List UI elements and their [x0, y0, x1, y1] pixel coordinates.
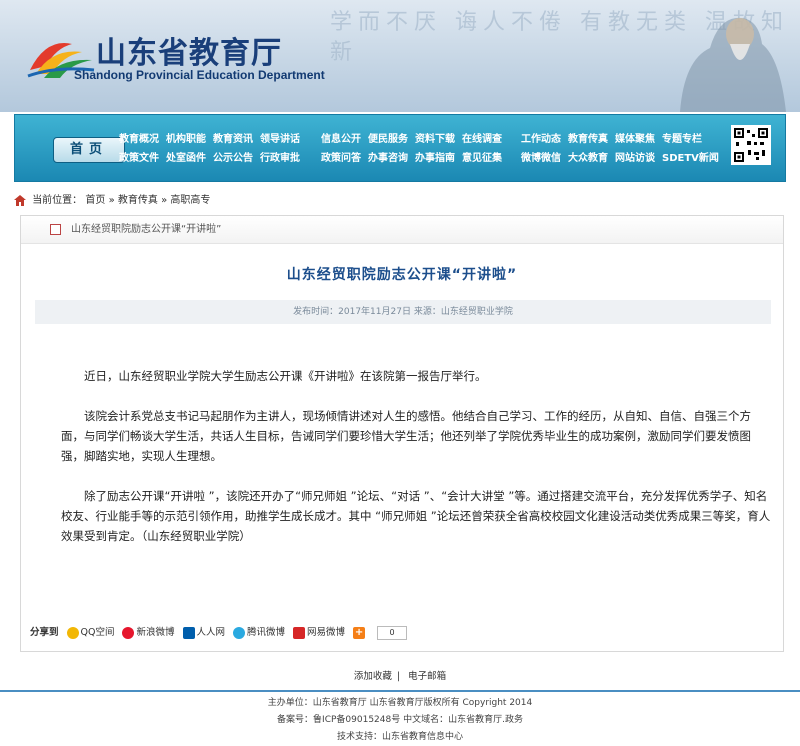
nav-link[interactable]: 公示公告 — [213, 152, 253, 165]
footer-links: 添加收藏 | 电子邮箱 — [353, 671, 447, 682]
nav-group-1: 教育概况 机构职能 教育资讯 领导讲话 政策文件 处室函件 公示公告 行政审批 — [119, 133, 300, 165]
confucius-figure-icon — [680, 17, 786, 112]
nav-link[interactable]: 教育传真 — [568, 133, 608, 146]
share-item-label: 腾讯微博 — [247, 627, 286, 638]
nav-link[interactable]: 教育概况 — [119, 133, 159, 146]
nav-link[interactable]: SDETV新闻 — [662, 152, 719, 165]
nav-link[interactable]: 领导讲话 — [260, 133, 300, 146]
article-paragraph: 该院会计系党总支书记马起朋作为主讲人，现场倾情讲述对人生的感悟。他结合自己学习、… — [61, 409, 751, 463]
nav-group-3: 工作动态 教育传真 媒体聚焦 专题专栏 微博微信 大众教育 网站访谈 SDETV… — [521, 133, 719, 165]
share-qzone-button[interactable]: QQ空间 — [66, 625, 115, 641]
nav-link[interactable]: 机构职能 — [166, 133, 206, 146]
nav-link[interactable]: 网站访谈 — [615, 152, 655, 165]
breadcrumb-item-vocational[interactable]: 高职高专 — [170, 195, 210, 206]
article-container: 山东经贸职院励志公开课“开讲啦” 山东经贸职院励志公开课“开讲啦” 发布时间：2… — [20, 215, 784, 652]
add-favorite-link[interactable]: 添加收藏 — [354, 671, 392, 682]
nav-link[interactable]: 办事咨询 — [368, 152, 408, 165]
nav-link[interactable]: 资料下载 — [415, 133, 455, 146]
nav-link[interactable]: 办事指南 — [415, 152, 455, 165]
breadcrumb-separator: » — [108, 195, 115, 206]
breadcrumb-item-education-fax[interactable]: 教育传真 — [118, 195, 158, 206]
site-title: 山东省教育厅 — [96, 36, 282, 71]
article-body: 近日，山东经贸职业学院大学生励志公开课《开讲啦》在该院第一报告厅举行。 该院会计… — [61, 366, 771, 566]
nav-link[interactable]: 便民服务 — [368, 133, 408, 146]
breadcrumb: 当前位置： 首页 » 教育传真 » 高职高专 — [14, 190, 786, 212]
nav-group-2: 信息公开 便民服务 资料下载 在线调查 政策问答 办事咨询 办事指南 意见征集 — [321, 133, 502, 165]
site-header: 学而不厌 诲人不倦 有教无类 温故知新 山东省教育厅 Shandong Prov… — [0, 0, 800, 112]
share-bar: 分享到 QQ空间 新浪微博 人人网 腾讯微博 网易微博 + 0 — [30, 624, 408, 642]
home-icon — [14, 194, 26, 206]
share-netease-weibo-button[interactable]: 网易微博 — [293, 625, 345, 641]
share-tencent-weibo-button[interactable]: 腾讯微博 — [233, 625, 285, 641]
share-item-label: 网易微博 — [307, 627, 346, 638]
main-navigation: 首页 教育概况 机构职能 教育资讯 领导讲话 政策文件 处室函件 公示公告 行政… — [14, 114, 786, 182]
breadcrumb-label: 当前位置： — [32, 195, 83, 206]
nav-link[interactable]: 微博微信 — [521, 152, 561, 165]
nav-link[interactable]: 工作动态 — [521, 133, 561, 146]
share-label: 分享到 — [30, 627, 59, 638]
nav-link[interactable]: 处室函件 — [166, 152, 206, 165]
article-paragraph: 近日，山东经贸职业学院大学生励志公开课《开讲啦》在该院第一报告厅举行。 — [84, 369, 487, 383]
renren-icon — [182, 627, 195, 639]
article-header-bar: 山东经贸职院励志公开课“开讲啦” — [21, 216, 783, 244]
nav-link[interactable]: 信息公开 — [321, 133, 361, 146]
footer-sponsor: 主办单位：山东省教育厅 山东省教育厅版权所有 Copyright 2014 — [267, 698, 533, 708]
email-link[interactable]: 电子邮箱 — [408, 671, 446, 682]
sina-weibo-icon — [122, 627, 135, 639]
nav-link[interactable]: 专题专栏 — [662, 133, 719, 146]
nav-link[interactable]: 媒体聚焦 — [615, 133, 655, 146]
site-footer: 主办单位：山东省教育厅 山东省教育厅版权所有 Copyright 2014 备案… — [0, 690, 800, 746]
share-sina-weibo-button[interactable]: 新浪微博 — [122, 625, 175, 641]
page: 学而不厌 诲人不倦 有教无类 温故知新 山东省教育厅 Shandong Prov… — [0, 0, 800, 746]
article-title: 山东经贸职院励志公开课“开讲啦” — [286, 267, 518, 283]
share-count: 0 — [377, 626, 408, 640]
nav-link[interactable]: 意见征集 — [462, 152, 502, 165]
article-meta: 发布时间：2017年11月27日 来源：山东经贸职业学院 — [35, 300, 771, 324]
share-item-label: 新浪微博 — [136, 627, 175, 638]
share-item-label: 人人网 — [196, 627, 226, 638]
plus-icon: + — [353, 627, 366, 639]
site-subtitle: Shandong Provincial Education Department — [74, 68, 325, 82]
qr-code-icon[interactable] — [731, 125, 771, 165]
nav-link[interactable]: 行政审批 — [260, 152, 300, 165]
nav-home-button[interactable]: 首页 — [53, 137, 125, 163]
netease-weibo-icon — [293, 627, 306, 639]
qzone-icon — [66, 627, 79, 639]
nav-link[interactable]: 政策文件 — [119, 152, 159, 165]
nav-link[interactable]: 大众教育 — [568, 152, 608, 165]
footer-tech-support: 技术支持：山东省教育信息中心 — [336, 732, 463, 742]
article-header-title: 山东经贸职院励志公开课“开讲啦” — [71, 224, 222, 235]
nav-link[interactable]: 在线调查 — [462, 133, 502, 146]
tencent-weibo-icon — [233, 627, 246, 639]
nav-link[interactable]: 政策问答 — [321, 152, 361, 165]
nav-link[interactable]: 教育资讯 — [213, 133, 253, 146]
footer-icp: 备案号：鲁ICP备09015248号 中文域名：山东省教育厅.政务 — [277, 715, 523, 725]
share-item-label: QQ空间 — [80, 627, 115, 638]
share-renren-button[interactable]: 人人网 — [182, 625, 226, 641]
article-paragraph: 除了励志公开课“开讲啦 ”，该院还开办了“师兄师姐 ”论坛、“对话 ”、“会计大… — [61, 489, 771, 543]
breadcrumb-separator: » — [161, 195, 168, 206]
document-icon — [50, 224, 61, 235]
share-more-button[interactable]: + — [353, 627, 366, 639]
breadcrumb-item-home[interactable]: 首页 — [85, 195, 105, 206]
